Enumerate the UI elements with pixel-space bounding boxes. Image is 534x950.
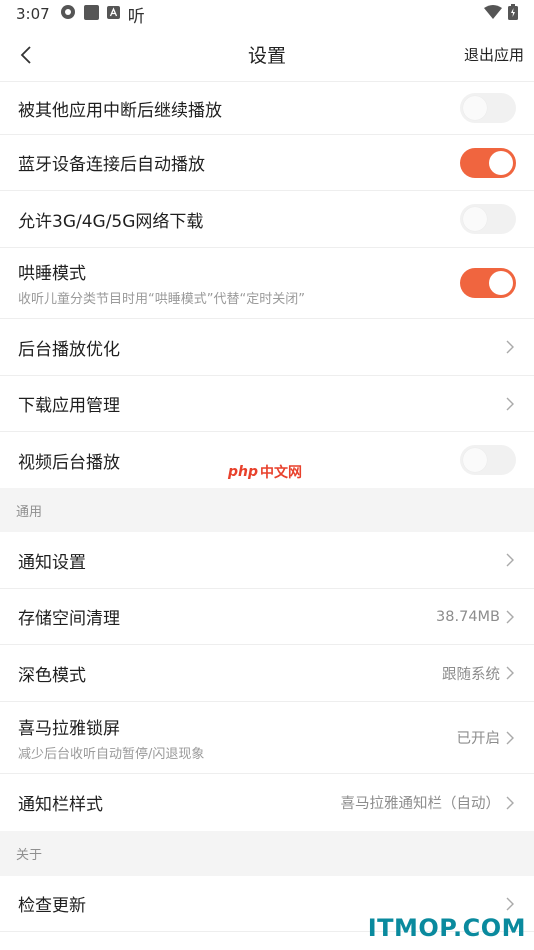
continue-after-interrupt-toggle[interactable] — [460, 93, 516, 123]
setting-label: 深色模式 — [18, 665, 86, 686]
toggle-knob — [463, 207, 487, 231]
setting-row-sleep-mode: 哄睡模式 收听儿童分类节目时用“哄睡模式”代替“定时关闭” — [0, 248, 534, 319]
setting-row-check-update[interactable]: 检查更新 — [0, 876, 534, 932]
status-right — [484, 4, 518, 24]
toggle-knob — [463, 96, 487, 120]
video-background-toggle[interactable] — [460, 445, 516, 475]
setting-row-bluetooth-autoplay: 蓝牙设备连接后自动播放 — [0, 135, 534, 191]
setting-label: 哄睡模式 — [18, 264, 86, 284]
notification-style-value: 喜马拉雅通知栏（自动） — [340, 796, 501, 812]
square-icon — [83, 4, 99, 24]
chevron-right-icon — [506, 666, 514, 680]
chevron-right-icon — [506, 553, 514, 567]
setting-row-notification-style[interactable]: 通知栏样式 喜马拉雅通知栏（自动） — [0, 774, 534, 831]
setting-row-storage-clean[interactable]: 存储空间清理 38.74MB — [0, 589, 534, 645]
a-box-icon — [106, 5, 120, 23]
setting-label: 通知设置 — [18, 552, 86, 573]
back-button[interactable] — [14, 42, 38, 68]
sleep-mode-toggle[interactable] — [460, 268, 516, 298]
top-app-bar: 设置 退出应用 — [0, 28, 534, 82]
storage-size-value: 38.74MB — [436, 608, 500, 625]
ting-glyph: 听 — [127, 6, 145, 27]
setting-label: 蓝牙设备连接后自动播放 — [18, 155, 205, 175]
setting-row-continue-after-interrupt: 被其他应用中断后继续播放 — [0, 82, 534, 135]
setting-label: 被其他应用中断后继续播放 — [18, 100, 222, 121]
toggle-knob — [489, 271, 513, 295]
setting-row-notification-settings[interactable]: 通知设置 — [0, 532, 534, 589]
setting-row-video-background: 视频后台播放 — [0, 432, 534, 488]
chevron-right-icon — [506, 731, 514, 744]
status-bar: 3:07 听 — [0, 0, 534, 28]
setting-label: 允许3G/4G/5G网络下载 — [18, 211, 204, 232]
setting-row-background-optimize[interactable]: 后台播放优化 — [0, 319, 534, 376]
setting-label: 检查更新 — [18, 896, 86, 916]
setting-label: 存储空间清理 — [18, 609, 120, 629]
setting-label: 下载应用管理 — [18, 396, 120, 416]
chevron-right-icon — [506, 796, 514, 809]
wifi-icon — [484, 5, 502, 23]
setting-label: 视频后台播放 — [18, 452, 120, 473]
bluetooth-autoplay-toggle[interactable] — [460, 147, 516, 178]
chevron-right-icon — [506, 610, 514, 623]
setting-row-download-manage[interactable]: 下载应用管理 — [0, 376, 534, 432]
dark-mode-value: 跟随系统 — [442, 666, 500, 683]
chevron-right-icon — [506, 397, 514, 410]
section-header-about: 关于 — [0, 831, 534, 876]
lock-screen-value: 已开启 — [456, 731, 501, 747]
chevron-left-icon — [20, 46, 31, 64]
status-time: 3:07 — [16, 5, 50, 23]
settings-cog-icon — [60, 4, 76, 24]
chevron-right-icon — [506, 897, 514, 910]
setting-label: 后台播放优化 — [18, 339, 120, 360]
page-title: 设置 — [247, 45, 286, 67]
setting-description: 收听儿童分类节目时用“哄睡模式”代替“定时关闭” — [18, 292, 305, 307]
setting-row-dark-mode[interactable]: 深色模式 跟随系统 — [0, 645, 534, 702]
battery-charging-icon — [508, 4, 518, 24]
toggle-knob — [489, 150, 513, 175]
setting-description: 减少后台收听自动暂停/闪退现象 — [18, 746, 205, 762]
setting-label: 喜马拉雅锁屏 — [18, 718, 120, 739]
chevron-right-icon — [506, 340, 514, 354]
setting-label: 通知栏样式 — [18, 795, 103, 815]
section-header-general: 通用 — [0, 488, 534, 532]
setting-row-mobile-download: 允许3G/4G/5G网络下载 — [0, 191, 534, 248]
exit-app-button[interactable]: 退出应用 — [464, 44, 524, 65]
mobile-download-toggle[interactable] — [460, 204, 516, 234]
toggle-knob — [463, 448, 487, 472]
setting-row-lock-screen[interactable]: 喜马拉雅锁屏 减少后台收听自动暂停/闪退现象 已开启 — [0, 702, 534, 774]
